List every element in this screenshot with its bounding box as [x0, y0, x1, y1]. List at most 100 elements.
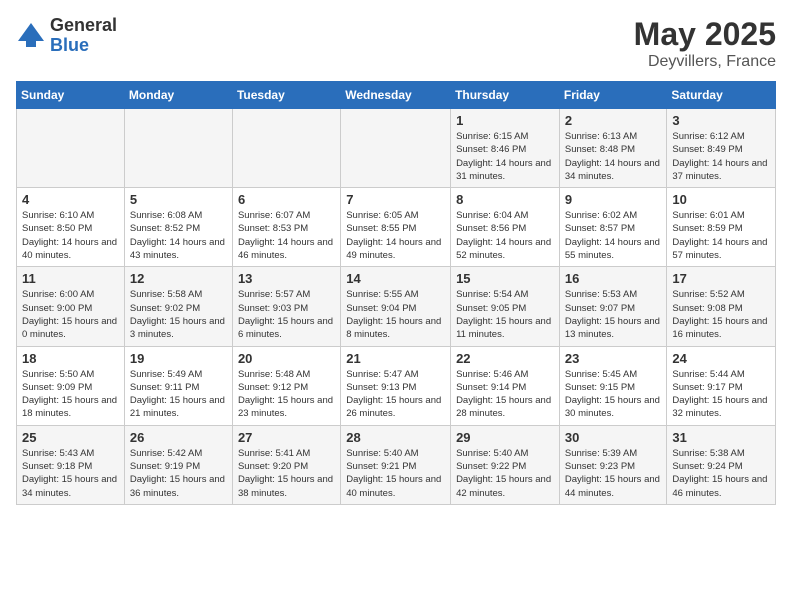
- day-cell: 22Sunrise: 5:46 AM Sunset: 9:14 PM Dayli…: [451, 346, 560, 425]
- day-header-monday: Monday: [124, 82, 232, 109]
- day-cell: 15 Sunrise: 5:54 AM Sunset: 9:05 PM Dayli…: [451, 267, 560, 346]
- month-title: May 2025: [634, 16, 776, 53]
- day-cell: 27 Sunrise: 5:41 AM Sunset: 9:20 PM Dayli…: [232, 425, 340, 504]
- day-info: Sunrise: 5:49 AM Sunset: 9:11 PM Dayligh…: [130, 368, 227, 421]
- day-number: 28: [346, 430, 445, 445]
- day-info: Sunrise: 5:52 AM Sunset: 9:08 PM Dayligh…: [672, 288, 770, 341]
- day-cell: 11 Sunrise: 6:00 AM Sunset: 9:00 PM Dayli…: [17, 267, 125, 346]
- day-info: Sunrise: 5:42 AM Sunset: 9:19 PM Dayligh…: [130, 447, 227, 500]
- day-number: 3: [672, 113, 770, 128]
- day-number: 4: [22, 192, 119, 207]
- day-number: 9: [565, 192, 662, 207]
- day-number: 6: [238, 192, 335, 207]
- day-info: Sunrise: 5:38 AM Sunset: 9:24 PM Dayligh…: [672, 447, 770, 500]
- day-info: Sunrise: 5:57 AM Sunset: 9:03 PM Dayligh…: [238, 288, 335, 341]
- day-number: 7: [346, 192, 445, 207]
- day-number: 2: [565, 113, 662, 128]
- day-info: Sunrise: 6:12 AM Sunset: 8:49 PM Dayligh…: [672, 130, 770, 183]
- day-cell: 16Sunrise: 5:53 AM Sunset: 9:07 PM Dayli…: [559, 267, 667, 346]
- day-header-thursday: Thursday: [451, 82, 560, 109]
- day-cell: 13 Sunrise: 5:57 AM Sunset: 9:03 PM Dayli…: [232, 267, 340, 346]
- day-info: Sunrise: 5:58 AM Sunset: 9:02 PM Dayligh…: [130, 288, 227, 341]
- day-info: Sunrise: 5:47 AM Sunset: 9:13 PM Dayligh…: [346, 368, 445, 421]
- day-cell: 23 Sunrise: 5:45 AM Sunset: 9:15 PM Dayli…: [559, 346, 667, 425]
- logo: General Blue: [16, 16, 117, 56]
- day-info: Sunrise: 5:54 AM Sunset: 9:05 PM Dayligh…: [456, 288, 554, 341]
- day-number: 22: [456, 351, 554, 366]
- day-cell: 3 Sunrise: 6:12 AM Sunset: 8:49 PM Daylig…: [667, 109, 776, 188]
- day-cell: [232, 109, 340, 188]
- day-number: 20: [238, 351, 335, 366]
- day-number: 29: [456, 430, 554, 445]
- day-cell: 30Sunrise: 5:39 AM Sunset: 9:23 PM Dayli…: [559, 425, 667, 504]
- day-number: 15: [456, 271, 554, 286]
- day-number: 17: [672, 271, 770, 286]
- day-number: 31: [672, 430, 770, 445]
- day-number: 18: [22, 351, 119, 366]
- page-header: General Blue May 2025 Deyvillers, France: [16, 16, 776, 71]
- logo-icon: [16, 21, 46, 51]
- title-block: May 2025 Deyvillers, France: [634, 16, 776, 71]
- day-info: Sunrise: 5:48 AM Sunset: 9:12 PM Dayligh…: [238, 368, 335, 421]
- day-info: Sunrise: 6:08 AM Sunset: 8:52 PM Dayligh…: [130, 209, 227, 262]
- day-info: Sunrise: 6:00 AM Sunset: 9:00 PM Dayligh…: [22, 288, 119, 341]
- calendar-header-row: SundayMondayTuesdayWednesdayThursdayFrid…: [17, 82, 776, 109]
- day-info: Sunrise: 5:55 AM Sunset: 9:04 PM Dayligh…: [346, 288, 445, 341]
- day-header-saturday: Saturday: [667, 82, 776, 109]
- day-cell: 24 Sunrise: 5:44 AM Sunset: 9:17 PM Dayli…: [667, 346, 776, 425]
- day-cell: 7 Sunrise: 6:05 AM Sunset: 8:55 PM Daylig…: [341, 188, 451, 267]
- day-cell: 12 Sunrise: 5:58 AM Sunset: 9:02 PM Dayli…: [124, 267, 232, 346]
- day-info: Sunrise: 5:53 AM Sunset: 9:07 PM Dayligh…: [565, 288, 662, 341]
- logo-blue: Blue: [50, 36, 117, 56]
- day-cell: 20 Sunrise: 5:48 AM Sunset: 9:12 PM Dayli…: [232, 346, 340, 425]
- day-number: 26: [130, 430, 227, 445]
- day-cell: [17, 109, 125, 188]
- week-row-2: 4 Sunrise: 6:10 AM Sunset: 8:50 PM Daylig…: [17, 188, 776, 267]
- day-number: 13: [238, 271, 335, 286]
- day-info: Sunrise: 5:45 AM Sunset: 9:15 PM Dayligh…: [565, 368, 662, 421]
- location: Deyvillers, France: [634, 53, 776, 71]
- day-info: Sunrise: 6:15 AM Sunset: 8:46 PM Dayligh…: [456, 130, 554, 183]
- day-cell: 9 Sunrise: 6:02 AM Sunset: 8:57 PM Daylig…: [559, 188, 667, 267]
- day-cell: 14Sunrise: 5:55 AM Sunset: 9:04 PM Dayli…: [341, 267, 451, 346]
- day-cell: 26 Sunrise: 5:42 AM Sunset: 9:19 PM Dayli…: [124, 425, 232, 504]
- day-cell: [341, 109, 451, 188]
- day-number: 24: [672, 351, 770, 366]
- day-info: Sunrise: 5:40 AM Sunset: 9:22 PM Dayligh…: [456, 447, 554, 500]
- day-header-wednesday: Wednesday: [341, 82, 451, 109]
- day-cell: 21Sunrise: 5:47 AM Sunset: 9:13 PM Dayli…: [341, 346, 451, 425]
- day-number: 12: [130, 271, 227, 286]
- day-header-sunday: Sunday: [17, 82, 125, 109]
- day-cell: 4 Sunrise: 6:10 AM Sunset: 8:50 PM Daylig…: [17, 188, 125, 267]
- day-info: Sunrise: 6:02 AM Sunset: 8:57 PM Dayligh…: [565, 209, 662, 262]
- week-row-4: 18 Sunrise: 5:50 AM Sunset: 9:09 PM Dayli…: [17, 346, 776, 425]
- day-info: Sunrise: 6:05 AM Sunset: 8:55 PM Dayligh…: [346, 209, 445, 262]
- day-info: Sunrise: 6:07 AM Sunset: 8:53 PM Dayligh…: [238, 209, 335, 262]
- day-info: Sunrise: 5:41 AM Sunset: 9:20 PM Dayligh…: [238, 447, 335, 500]
- day-number: 19: [130, 351, 227, 366]
- day-cell: 1 Sunrise: 6:15 AM Sunset: 8:46 PM Daylig…: [451, 109, 560, 188]
- day-cell: 25Sunrise: 5:43 AM Sunset: 9:18 PM Dayli…: [17, 425, 125, 504]
- day-info: Sunrise: 5:50 AM Sunset: 9:09 PM Dayligh…: [22, 368, 119, 421]
- week-row-5: 25Sunrise: 5:43 AM Sunset: 9:18 PM Dayli…: [17, 425, 776, 504]
- day-cell: 17 Sunrise: 5:52 AM Sunset: 9:08 PM Dayli…: [667, 267, 776, 346]
- day-number: 5: [130, 192, 227, 207]
- day-cell: 19 Sunrise: 5:49 AM Sunset: 9:11 PM Dayli…: [124, 346, 232, 425]
- day-cell: [124, 109, 232, 188]
- day-number: 23: [565, 351, 662, 366]
- day-info: Sunrise: 5:44 AM Sunset: 9:17 PM Dayligh…: [672, 368, 770, 421]
- day-info: Sunrise: 6:13 AM Sunset: 8:48 PM Dayligh…: [565, 130, 662, 183]
- day-info: Sunrise: 5:40 AM Sunset: 9:21 PM Dayligh…: [346, 447, 445, 500]
- day-number: 11: [22, 271, 119, 286]
- day-info: Sunrise: 6:10 AM Sunset: 8:50 PM Dayligh…: [22, 209, 119, 262]
- day-info: Sunrise: 6:01 AM Sunset: 8:59 PM Dayligh…: [672, 209, 770, 262]
- day-number: 27: [238, 430, 335, 445]
- day-cell: 28 Sunrise: 5:40 AM Sunset: 9:21 PM Dayli…: [341, 425, 451, 504]
- logo-text: General Blue: [50, 16, 117, 56]
- day-header-friday: Friday: [559, 82, 667, 109]
- day-number: 1: [456, 113, 554, 128]
- day-cell: 6 Sunrise: 6:07 AM Sunset: 8:53 PM Daylig…: [232, 188, 340, 267]
- day-cell: 31 Sunrise: 5:38 AM Sunset: 9:24 PM Dayli…: [667, 425, 776, 504]
- day-cell: 18 Sunrise: 5:50 AM Sunset: 9:09 PM Dayli…: [17, 346, 125, 425]
- day-info: Sunrise: 6:04 AM Sunset: 8:56 PM Dayligh…: [456, 209, 554, 262]
